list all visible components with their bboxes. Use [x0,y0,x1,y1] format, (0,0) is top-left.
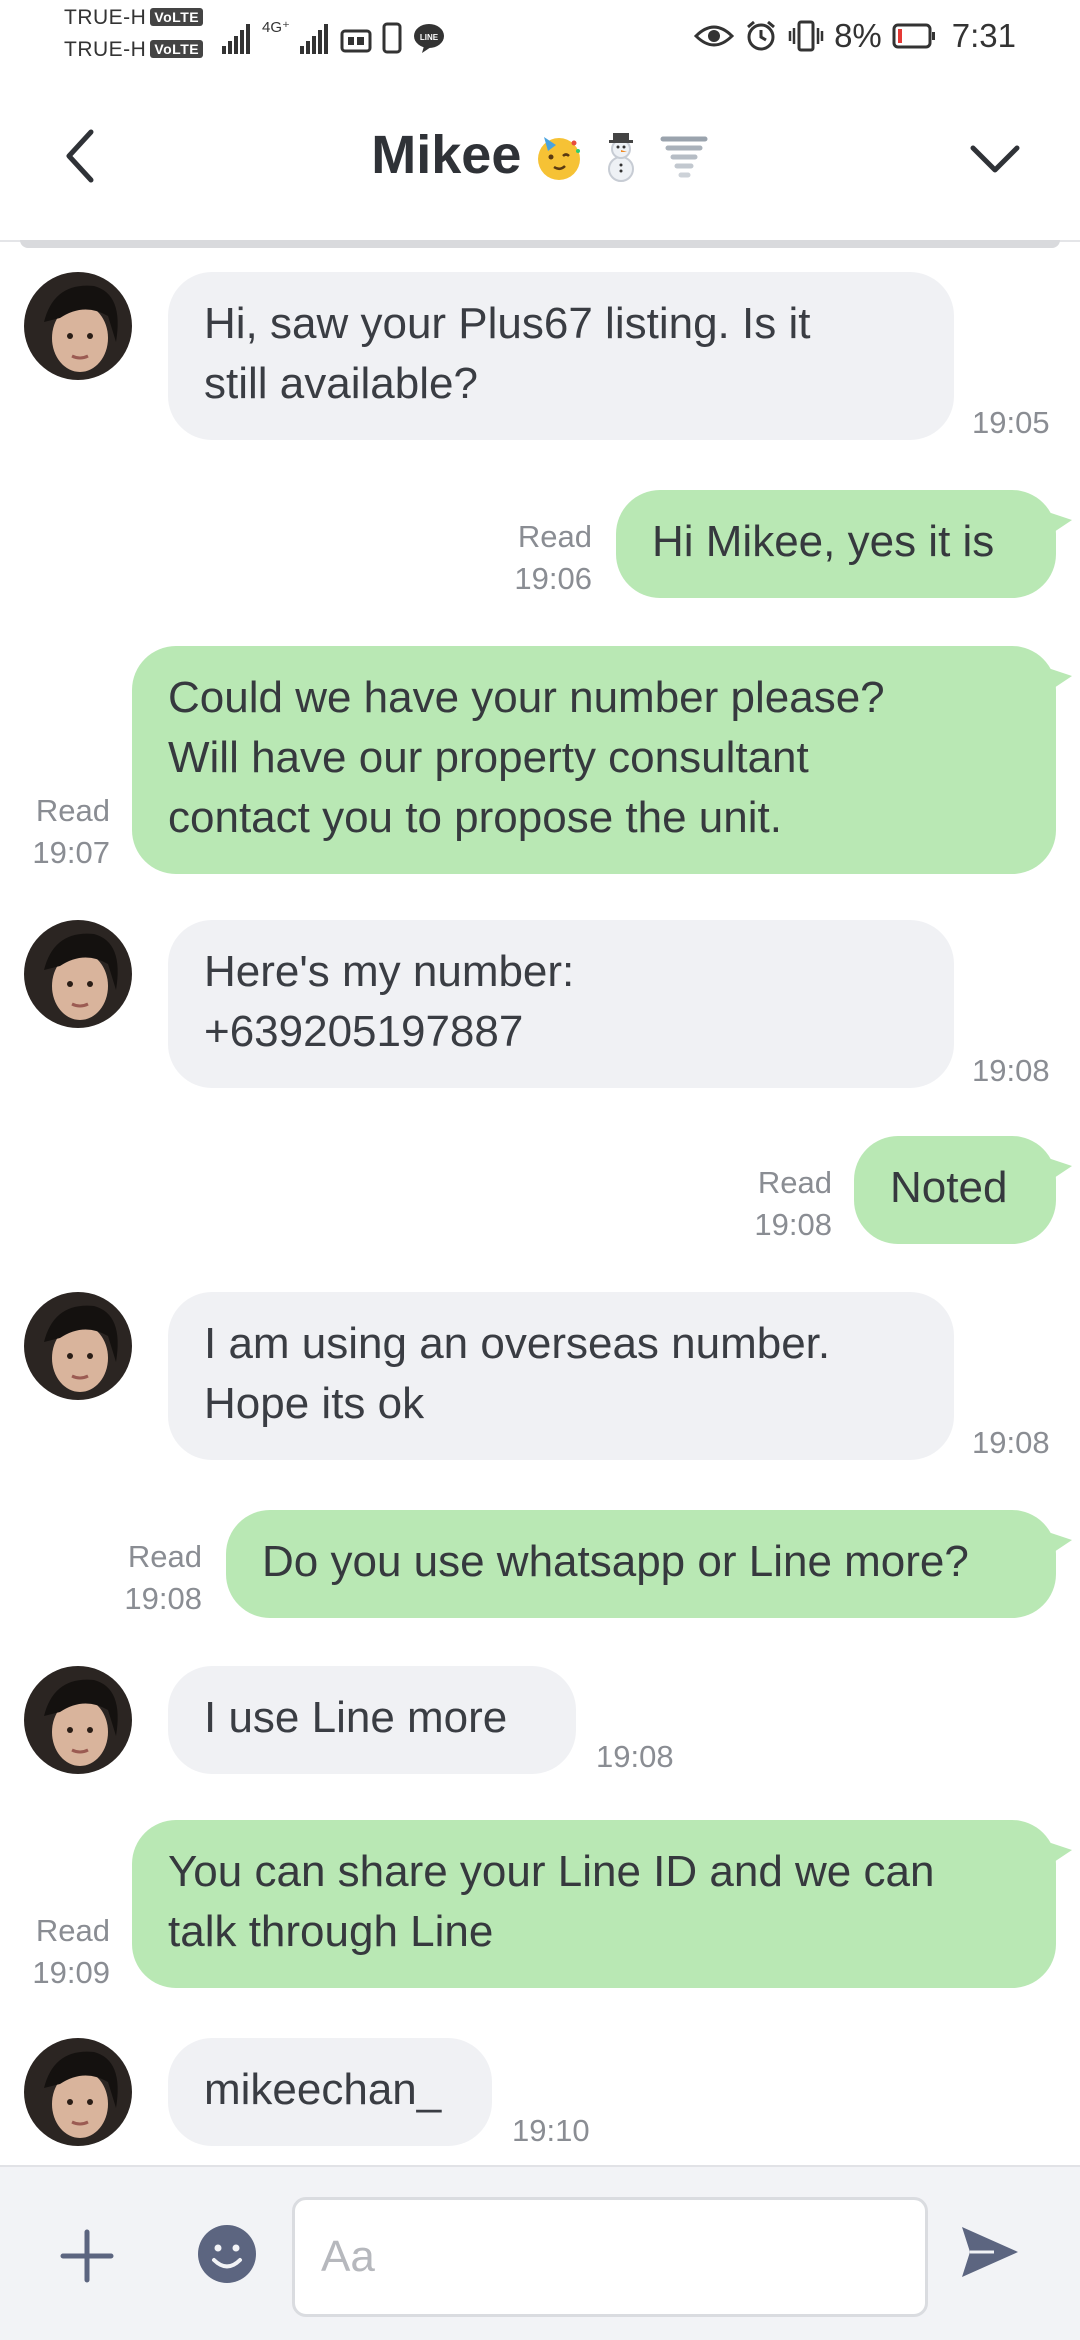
message-text-line: I use Line more [204,1693,508,1742]
tornado-emoji [660,136,708,178]
contact-avatar[interactable] [24,1666,132,1774]
message-bubble-outgoing[interactable]: Hi Mikee, yes it is [616,490,1072,598]
carrier-1-label: TRUE-H [64,6,147,29]
sim-icon [340,29,372,53]
message-receipt: Read 19:08 [110,1536,202,1620]
read-status: Read [35,1913,110,1948]
chevron-down-icon [970,145,1020,173]
title-area: Mikee [0,124,1080,186]
avatar-photo [24,1292,132,1400]
message-receipt: Read 19:07 [18,790,110,874]
message-text-line: Will have our property consultant [168,733,809,782]
chat-header: Mikee [0,72,1080,242]
message-bubble-incoming[interactable]: Here's my number: +639205197887 [168,920,954,1088]
message-timestamp: 19:05 [972,405,1050,440]
message-receipt: Read 19:08 [740,1162,832,1246]
contact-avatar[interactable] [24,272,132,380]
contact-avatar[interactable] [24,1292,132,1400]
message-bubble-incoming[interactable]: I am using an overseas number. Hope its … [168,1292,954,1460]
message-text-line: Here's my number: [204,947,575,996]
smiley-icon [198,2225,256,2283]
message-text-line: Could we have your number please? [168,673,885,722]
send-button[interactable] [956,2219,1026,2289]
chat-title: Mikee [371,125,522,185]
message-input-placeholder: Aa [321,2232,375,2281]
alarm-icon [747,20,776,51]
message-text-line: mikeechan_ [204,2065,442,2114]
message-timestamp: 19:08 [972,1425,1050,1460]
add-attachment-button[interactable] [52,2221,122,2291]
volte-badge: VoLTE [150,8,204,26]
message-text-line: You can share your Line ID and we can [168,1847,935,1896]
message-bubble-outgoing[interactable]: You can share your Line ID and we can ta… [132,1820,1072,1988]
message-text-line: talk through Line [168,1907,494,1956]
message-text-line: Do you use whatsapp or Line more? [262,1537,969,1586]
avatar-photo [24,920,132,1028]
vibrate-icon [788,20,824,52]
signal-icon-2 [299,24,330,54]
message-bubble-incoming[interactable]: I use Line more [168,1666,576,1774]
phone-icon [382,22,402,54]
message-bubble-outgoing[interactable]: Do you use whatsapp or Line more? [226,1510,1072,1618]
send-icon [962,2227,1018,2277]
battery-percent: 8% [834,17,882,54]
emoji-button[interactable] [196,2223,258,2285]
signal-icon [222,24,252,54]
message-text-line: still available? [204,359,478,408]
message-text-line: contact you to propose the unit. [168,793,782,842]
message-text-line: I am using an overseas number. [204,1319,831,1368]
message-bubble-incoming[interactable]: mikeechan_ [168,2038,492,2146]
read-status: Read [127,1539,202,1574]
battery-icon [892,23,935,49]
carrier-2: TRUE-H VoLTE [64,38,204,62]
message-bubble-outgoing[interactable]: Noted [854,1136,1072,1244]
avatar-photo [24,272,132,380]
message-text-line: Hope its ok [204,1379,425,1428]
message-text-line: +639205197887 [204,1007,524,1056]
line-app-icon: LINE [413,24,444,53]
carrier-2-label: TRUE-H [64,38,147,61]
message-bubble-incoming[interactable]: Hi, saw your Plus67 listing. Is it still… [168,272,954,440]
svg-text:LINE: LINE [420,33,439,42]
message-timestamp: 19:09 [32,1955,110,1990]
message-timestamp: 19:07 [32,835,110,870]
contact-avatar[interactable] [24,2038,132,2146]
snowman-emoji [608,133,635,182]
status-right: 8% 7:31 [694,14,1016,58]
party-face-emoji [537,137,580,180]
message-timestamp: 19:08 [596,1739,674,1774]
composer-bar: Aa [0,2165,1080,2340]
message-timestamp: 19:08 [124,1581,202,1616]
signal-icons: 4G⁺ LINE [222,18,446,54]
status-bar: TRUE-H VoLTE TRUE-H VoLTE 4G⁺ LINE 8% 7:31 [0,0,1080,72]
message-timestamp: 19:08 [754,1207,832,1242]
message-bubble-outgoing[interactable]: Could we have your number please? Will h… [132,646,1072,874]
avatar-photo [24,1666,132,1774]
read-status: Read [517,519,592,554]
message-receipt: Read 19:09 [18,1910,110,1994]
read-status: Read [757,1165,832,1200]
message-input[interactable]: Aa [292,2197,928,2317]
message-timestamp: 19:06 [514,561,592,596]
message-text-line: Noted [890,1163,1008,1212]
clock: 7:31 [951,17,1016,54]
message-receipt: Read 19:06 [500,516,592,600]
network-label: 4G⁺ [262,19,290,36]
header-divider [20,240,1060,248]
message-text-line: Hi, saw your Plus67 listing. Is it [204,299,811,348]
message-text-line: Hi Mikee, yes it is [652,517,995,566]
message-timestamp: 19:08 [972,1053,1050,1088]
eye-icon [694,25,735,47]
contact-avatar[interactable] [24,920,132,1028]
avatar-photo [24,2038,132,2146]
header-menu-button[interactable] [960,124,1030,194]
carrier-1: TRUE-H VoLTE [64,6,204,30]
message-timestamp: 19:10 [512,2113,590,2148]
volte-badge-2: VoLTE [150,40,204,58]
read-status: Read [35,793,110,828]
message-list[interactable]: Hi, saw your Plus67 listing. Is it still… [0,250,1080,2165]
plus-icon [60,2229,114,2283]
